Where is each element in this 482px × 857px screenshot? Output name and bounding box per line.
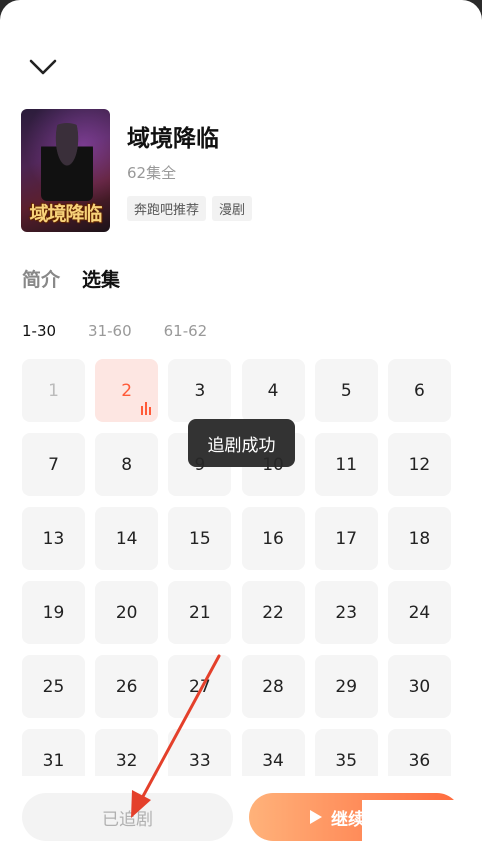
episode-cell[interactable]: 3	[168, 359, 232, 422]
episode-cell[interactable]: 14	[95, 507, 159, 570]
episode-number: 28	[262, 676, 284, 697]
episode-cell[interactable]: 30	[387, 655, 451, 718]
episode-number: 21	[189, 602, 211, 623]
cropped-overlay	[362, 800, 482, 857]
episode-number: 33	[189, 750, 211, 771]
following-button[interactable]: 已追剧	[22, 793, 233, 841]
episode-number: 4	[267, 380, 279, 401]
episode-cell[interactable]: 21	[168, 581, 232, 644]
episode-cell[interactable]: 15	[168, 507, 232, 570]
episode-cell[interactable]: 5	[314, 359, 378, 422]
episode-cell[interactable]: 23	[314, 581, 378, 644]
tag-recommend[interactable]: 奔跑吧推荐	[127, 196, 207, 221]
episode-cell[interactable]: 29	[314, 655, 378, 718]
episode-number: 30	[408, 676, 431, 697]
cover-title-text: 域境降临	[29, 203, 102, 225]
tag-list: 奔跑吧推荐 漫剧	[127, 196, 253, 221]
episode-number: 1	[48, 380, 59, 401]
play-icon	[310, 810, 322, 824]
episode-number: 31	[42, 750, 65, 771]
episode-cell[interactable]: 28	[241, 655, 305, 718]
episode-number: 8	[121, 454, 133, 475]
episode-cell[interactable]: 6	[387, 359, 451, 422]
episode-number: 2	[121, 380, 133, 401]
range-31-60[interactable]: 31-60	[88, 322, 132, 340]
episode-number: 32	[115, 750, 138, 771]
cover-image: 域境降临	[21, 109, 110, 232]
playing-bars-icon	[141, 402, 152, 415]
episode-number: 24	[408, 602, 431, 623]
episode-number: 29	[335, 676, 358, 697]
episode-cell[interactable]: 18	[387, 507, 451, 570]
episode-number: 13	[42, 528, 65, 549]
episode-number: 23	[335, 602, 358, 623]
episode-cell[interactable]: 17	[314, 507, 378, 570]
episode-number: 11	[335, 454, 358, 475]
tab-bar: 简介 选集	[22, 265, 120, 292]
episode-cell[interactable]: 19	[22, 581, 85, 644]
episode-number: 16	[262, 528, 284, 549]
episode-cell[interactable]: 11	[314, 433, 378, 496]
episode-number: 17	[335, 528, 358, 549]
range-61-62[interactable]: 61-62	[164, 322, 208, 340]
episode-cell[interactable]: 25	[22, 655, 85, 718]
episode-number: 25	[42, 676, 65, 697]
episode-number: 19	[42, 602, 65, 623]
episode-number: 6	[414, 380, 425, 401]
episode-number: 20	[115, 602, 138, 623]
continue-label: 继续	[331, 809, 365, 830]
episode-cell[interactable]: 22	[241, 581, 305, 644]
episode-cell[interactable]: 26	[95, 655, 159, 718]
tab-episodes[interactable]: 选集	[82, 265, 120, 292]
episode-cell[interactable]: 1	[22, 359, 85, 422]
episode-cell[interactable]: 4	[241, 359, 305, 422]
episode-number: 18	[408, 528, 431, 549]
episode-cell[interactable]: 13	[22, 507, 85, 570]
episode-cell[interactable]: 12	[387, 433, 451, 496]
episode-cell[interactable]: 7	[22, 433, 85, 496]
episode-number: 7	[48, 454, 59, 475]
episode-number: 12	[408, 454, 431, 475]
toast-message: 追剧成功	[188, 419, 295, 467]
tab-intro[interactable]: 简介	[22, 265, 60, 292]
episode-cell[interactable]: 20	[95, 581, 159, 644]
episode-cell[interactable]: 8	[95, 433, 159, 496]
episode-number: 26	[115, 676, 138, 697]
show-title: 域境降临	[127, 126, 219, 152]
episode-number: 14	[115, 528, 138, 549]
episode-cell[interactable]: 24	[387, 581, 451, 644]
episode-range-selector: 1-30 31-60 61-62	[22, 322, 239, 340]
episode-number: 15	[189, 528, 211, 549]
episode-count: 62集全	[127, 164, 177, 182]
episode-number: 36	[408, 750, 431, 771]
episode-number: 3	[194, 380, 206, 401]
episode-number: 22	[262, 602, 284, 623]
episode-cell[interactable]: 2	[95, 359, 159, 422]
range-1-30[interactable]: 1-30	[22, 322, 56, 340]
episode-number: 27	[189, 676, 211, 697]
episode-number: 35	[335, 750, 358, 771]
episode-number: 5	[340, 380, 352, 401]
episode-cell[interactable]: 16	[241, 507, 305, 570]
chevron-down-icon[interactable]	[28, 56, 58, 78]
episode-cell[interactable]: 27	[168, 655, 232, 718]
tag-genre[interactable]: 漫剧	[212, 196, 253, 221]
episode-number: 34	[262, 750, 284, 771]
episode-sheet: 域境降临 域境降临 62集全 奔跑吧推荐 漫剧 简介 选集 1-30 31-60…	[0, 0, 482, 857]
